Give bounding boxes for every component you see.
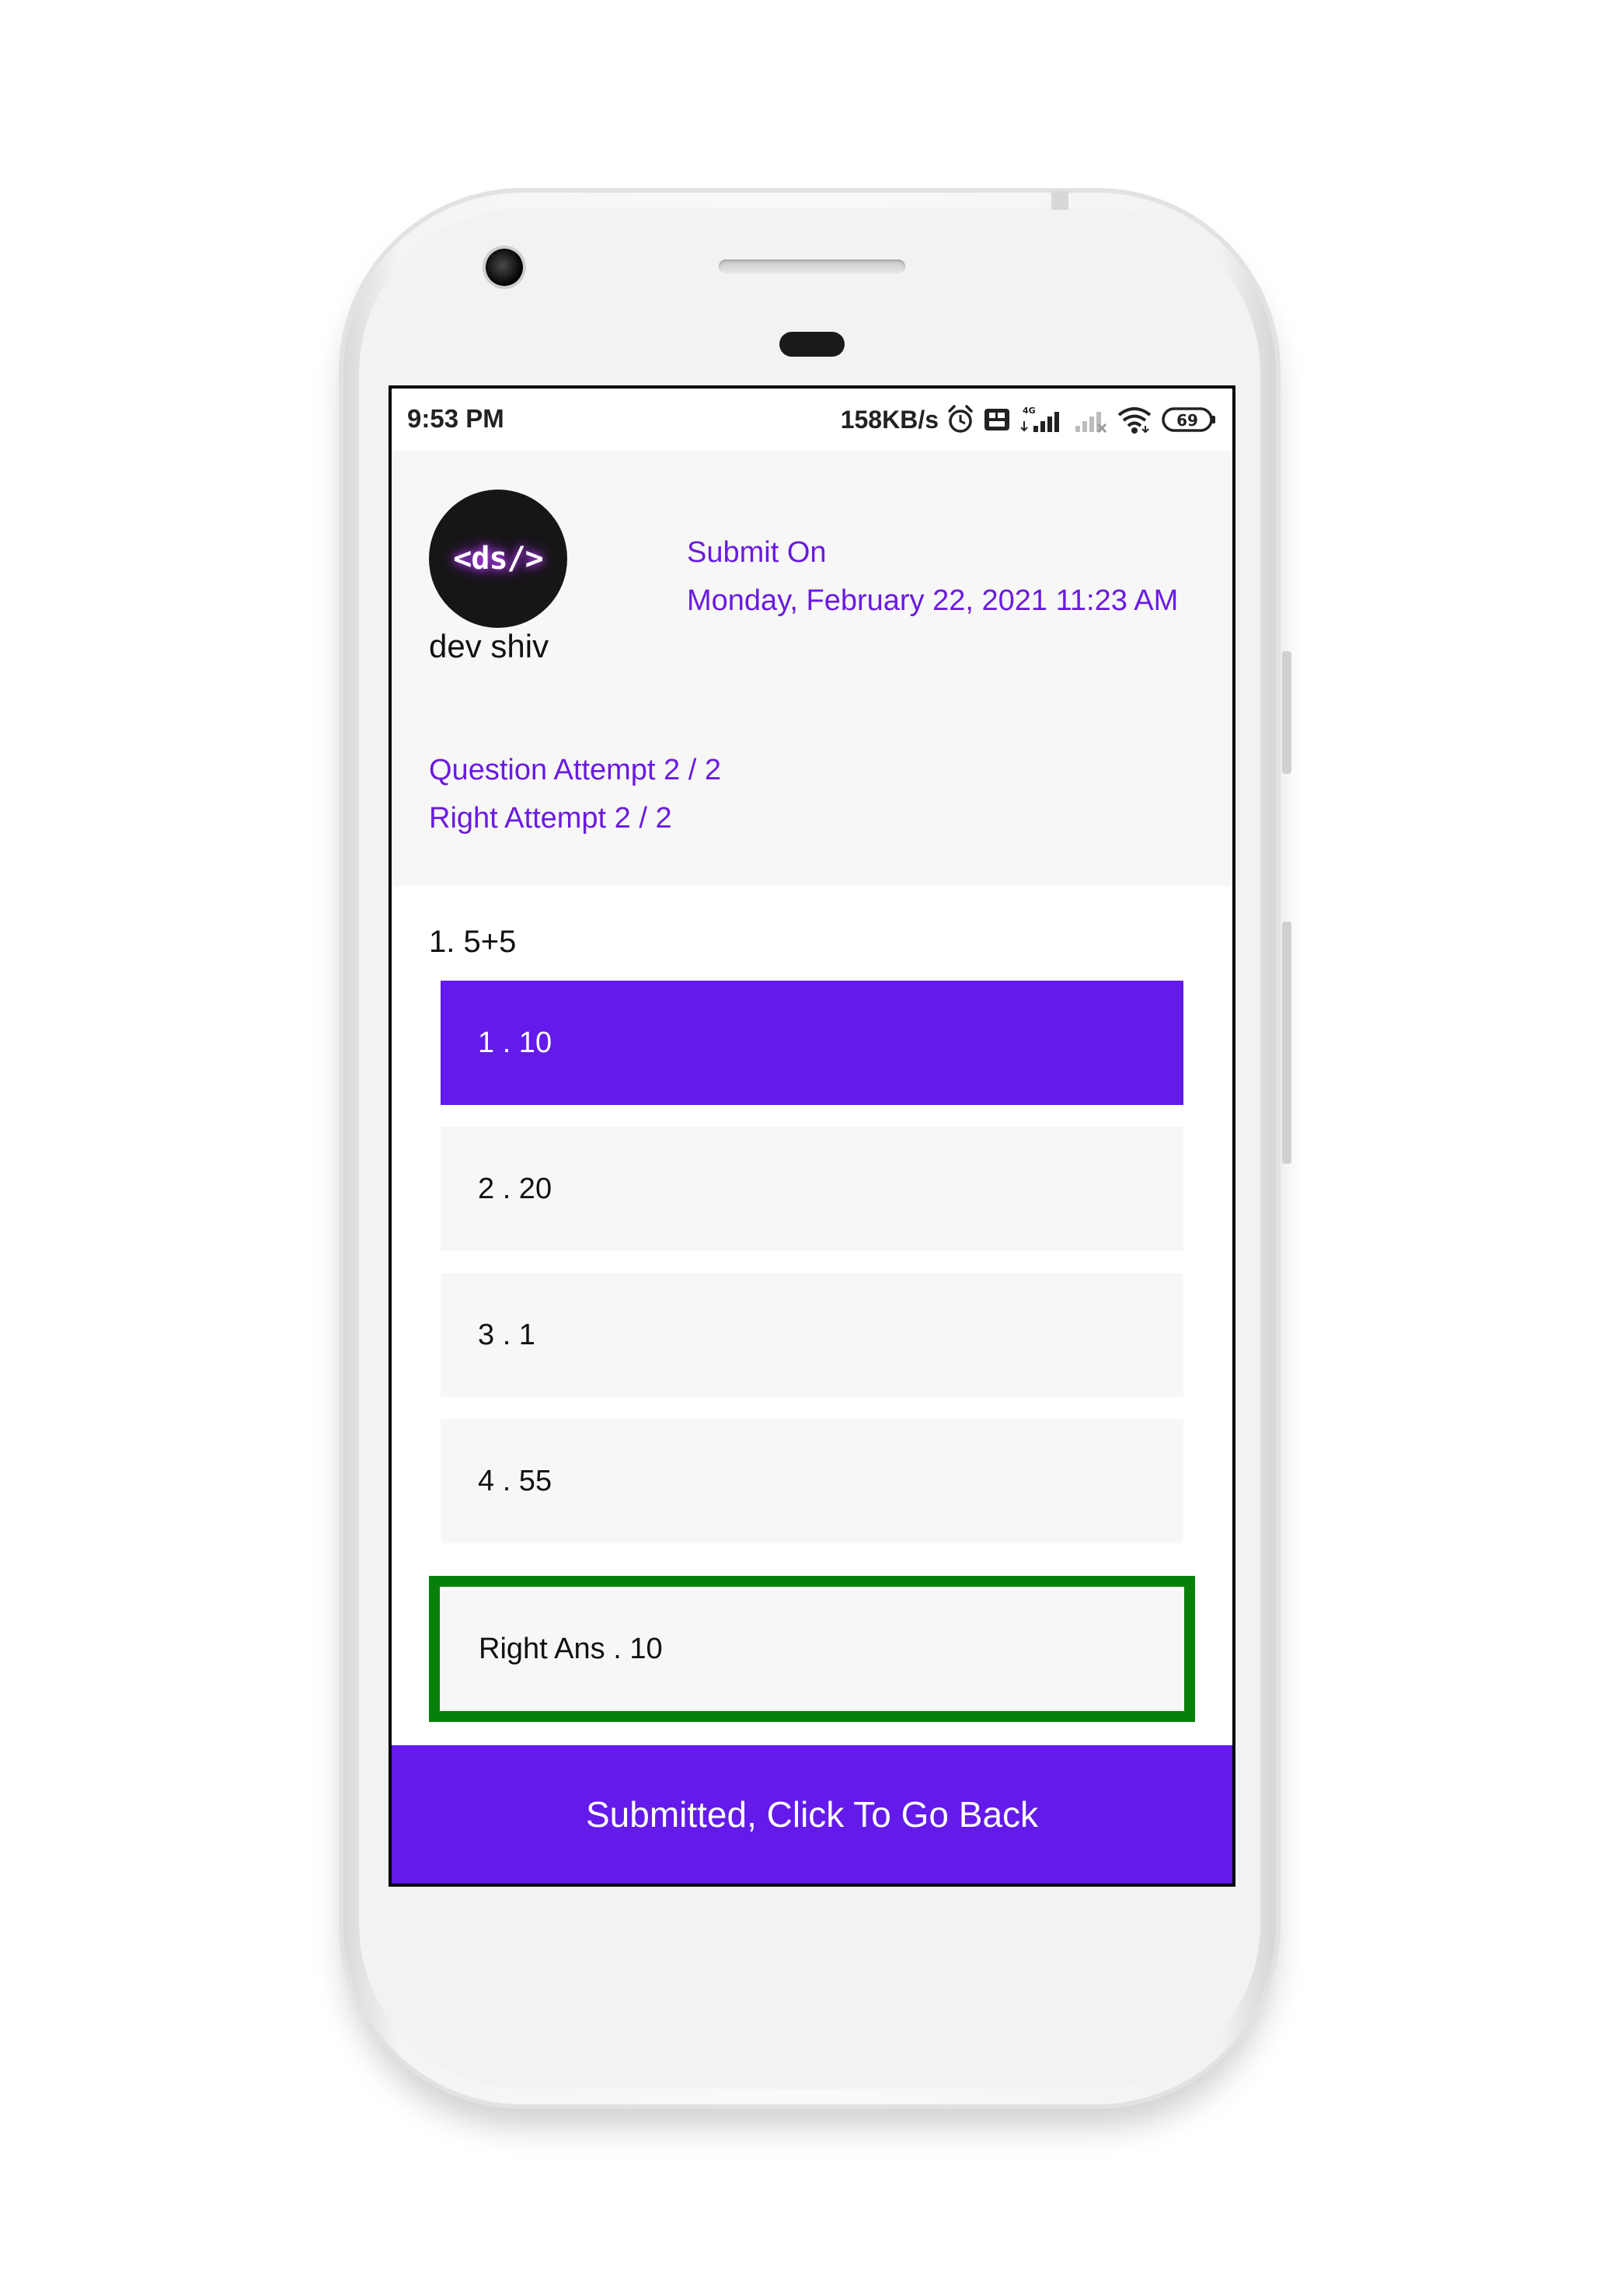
option-label: 2 . 20 bbox=[478, 1172, 552, 1205]
earpiece bbox=[779, 332, 845, 357]
wifi-icon bbox=[1117, 407, 1152, 434]
top-edge-notch bbox=[1051, 191, 1068, 210]
status-bar: 9:53 PM 158KB/s 4G 69 bbox=[392, 389, 1232, 451]
right-answer-box: Right Ans . 10 bbox=[429, 1576, 1195, 1722]
phone-screen: 9:53 PM 158KB/s 4G 69 <ds/> dev shiv Sub… bbox=[389, 385, 1235, 1887]
option-label: 1 . 10 bbox=[478, 1026, 552, 1059]
battery-level: 69 bbox=[1176, 411, 1198, 430]
go-back-button[interactable]: Submitted, Click To Go Back bbox=[392, 1745, 1232, 1884]
battery-icon: 69 bbox=[1162, 407, 1215, 432]
avatar: <ds/> bbox=[429, 490, 567, 628]
option-label: 3 . 1 bbox=[478, 1318, 535, 1351]
status-time: 9:53 PM bbox=[407, 404, 504, 433]
svg-text:4G: 4G bbox=[1023, 406, 1036, 416]
question-text: 1. 5+5 bbox=[429, 925, 517, 959]
volte-icon bbox=[985, 409, 1009, 430]
option-4[interactable]: 4 . 55 bbox=[441, 1419, 1183, 1543]
front-camera-icon bbox=[486, 249, 523, 286]
right-answer-label: Right Ans . 10 bbox=[479, 1632, 663, 1665]
power-button bbox=[1282, 651, 1291, 774]
user-name: dev shiv bbox=[429, 628, 549, 664]
avatar-logo-text: <ds/> bbox=[453, 541, 543, 577]
signal-4g-icon: 4G bbox=[1020, 406, 1059, 432]
submit-on-label: Submit On bbox=[687, 536, 827, 569]
question-attempt-stat: Question Attempt 2 / 2 bbox=[429, 754, 721, 786]
speaker-grill bbox=[719, 260, 905, 274]
option-1[interactable]: 1 . 10 bbox=[441, 981, 1183, 1105]
signal-weak-icon bbox=[1075, 412, 1107, 434]
option-3[interactable]: 3 . 1 bbox=[441, 1273, 1183, 1397]
go-back-button-label: Submitted, Click To Go Back bbox=[585, 1794, 1039, 1835]
right-attempt-stat: Right Attempt 2 / 2 bbox=[429, 802, 672, 835]
volume-button bbox=[1282, 922, 1291, 1164]
option-2[interactable]: 2 . 20 bbox=[441, 1127, 1183, 1251]
mockup-stage: 9:53 PM 158KB/s 4G 69 <ds/> dev shiv Sub… bbox=[0, 0, 1624, 2269]
option-label: 4 . 55 bbox=[478, 1464, 552, 1497]
submit-date: Monday, February 22, 2021 11:23 AM bbox=[687, 584, 1179, 617]
result-header-panel: <ds/> dev shiv Submit On Monday, Februar… bbox=[392, 451, 1232, 886]
alarm-icon bbox=[948, 405, 973, 433]
network-speed: 158KB/s bbox=[840, 405, 939, 434]
status-icons: 158KB/s 4G 69 bbox=[841, 403, 1217, 437]
